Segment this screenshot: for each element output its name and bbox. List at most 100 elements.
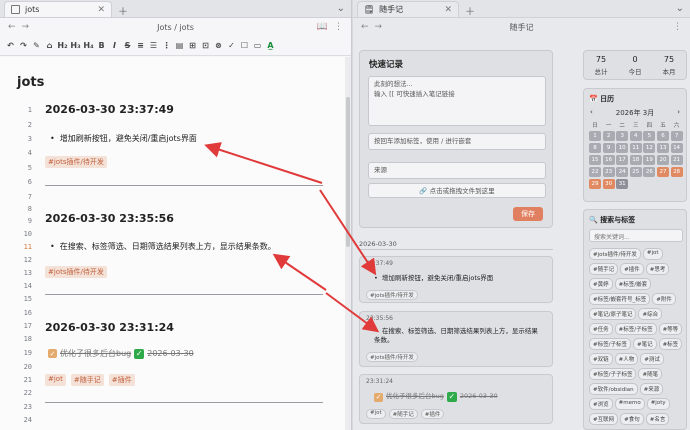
tag-chip[interactable]: #黄婷 bbox=[589, 278, 613, 290]
tag-chip[interactable]: #附件 bbox=[652, 293, 676, 305]
tag[interactable]: #插件 bbox=[420, 409, 445, 419]
tag-chip[interactable]: #食句 bbox=[620, 413, 644, 425]
tag-chip[interactable]: #综合 bbox=[638, 308, 663, 320]
tag-chip[interactable]: #jots插件/待开发 bbox=[589, 248, 641, 260]
calendar-day[interactable]: 8 bbox=[589, 143, 601, 153]
tag-chip[interactable]: #笔记/原子笔记 bbox=[589, 308, 637, 320]
tag-chip[interactable]: #等等 bbox=[658, 323, 683, 335]
list-icon[interactable]: ☰ bbox=[147, 38, 160, 54]
editor-scrollbar[interactable] bbox=[345, 57, 351, 430]
calendar-day[interactable]: 1 bbox=[589, 131, 601, 141]
align-icon[interactable]: ≡ bbox=[134, 38, 147, 54]
tag-chip[interactable]: #随笔 bbox=[638, 368, 663, 380]
next-month-button[interactable]: › bbox=[677, 108, 680, 118]
tag-chip[interactable]: #测试 bbox=[640, 353, 664, 365]
calendar-day[interactable]: 21 bbox=[670, 155, 683, 165]
search-input[interactable]: 搜索关键词... bbox=[589, 229, 683, 242]
chevron-down-icon[interactable]: ⌄ bbox=[337, 3, 345, 14]
tag[interactable]: #jot bbox=[45, 374, 66, 386]
redo-icon[interactable]: ↷ bbox=[17, 38, 30, 54]
tag[interactable]: #jots插件/待开发 bbox=[366, 290, 418, 300]
calendar-day[interactable]: 4 bbox=[629, 131, 642, 141]
tag-chip[interactable]: #memo bbox=[614, 398, 645, 410]
highlight-icon[interactable]: ▭ bbox=[251, 38, 264, 54]
calendar-day[interactable]: 15 bbox=[589, 155, 601, 165]
tag-chip[interactable]: #标签/子子标签 bbox=[589, 368, 637, 380]
tab-jots[interactable]: jots ✕ bbox=[4, 1, 112, 17]
heading4-button[interactable]: H₄ bbox=[82, 38, 95, 54]
tab-jots-view[interactable]: 🗒 随手记 ✕ bbox=[357, 1, 459, 17]
tag-chip[interactable]: #标签/嵌套 bbox=[614, 278, 652, 290]
calendar-day[interactable]: 2 bbox=[602, 131, 615, 141]
new-tab-icon[interactable]: ＋ bbox=[118, 3, 128, 18]
back-icon[interactable]: ← bbox=[8, 22, 16, 32]
calendar-day[interactable]: 16 bbox=[602, 155, 615, 165]
calendar-day[interactable]: 13 bbox=[656, 143, 669, 153]
undo-icon[interactable]: ↶ bbox=[4, 38, 17, 54]
note-textarea[interactable]: 此刻的想法... 输入 [[ 可快速插入笔记链接 bbox=[368, 76, 546, 126]
calendar-day[interactable]: 17 bbox=[616, 155, 629, 165]
calendar-day[interactable]: 31 bbox=[616, 179, 629, 189]
prev-month-button[interactable]: ‹ bbox=[590, 108, 593, 118]
calendar-day[interactable]: 5 bbox=[643, 131, 656, 141]
quote-icon[interactable]: ▤ bbox=[173, 38, 186, 54]
reading-view-icon[interactable]: 📖 bbox=[317, 22, 328, 32]
tag[interactable]: #jot bbox=[366, 409, 386, 419]
attachment-icon[interactable]: ⊗ bbox=[212, 38, 225, 54]
tag-chip[interactable]: #笔记 bbox=[632, 338, 657, 350]
close-icon[interactable]: ✕ bbox=[444, 5, 452, 15]
chevron-down-icon[interactable]: ⌄ bbox=[676, 3, 684, 14]
calendar-day-active[interactable]: 29 bbox=[589, 179, 601, 189]
close-icon[interactable]: ✕ bbox=[97, 5, 105, 15]
calendar-day[interactable]: 7 bbox=[670, 131, 683, 141]
back-icon[interactable]: ← bbox=[361, 22, 369, 32]
tag-chip[interactable]: #名言 bbox=[645, 413, 670, 425]
calendar-day[interactable]: 19 bbox=[643, 155, 656, 165]
more-options-icon[interactable]: ⋮ bbox=[334, 22, 343, 32]
calendar-day[interactable]: 24 bbox=[616, 167, 629, 177]
tag-chip[interactable]: #互联网 bbox=[589, 413, 619, 425]
jot-card[interactable]: 23:31:24 ✓ 优化子很多后台bug ✓ 2026-03-30 #jot … bbox=[359, 374, 553, 424]
calendar-day-active[interactable]: 30 bbox=[602, 179, 615, 189]
tag[interactable]: #随手记 bbox=[70, 374, 104, 386]
tag[interactable]: #jots插件/待开发 bbox=[366, 352, 418, 362]
calendar-day[interactable]: 26 bbox=[643, 167, 656, 177]
tag-chip[interactable]: #浏览 bbox=[589, 398, 613, 410]
calendar-day[interactable]: 23 bbox=[602, 167, 615, 177]
calendar-day[interactable]: 20 bbox=[656, 155, 669, 165]
text-color-icon[interactable]: A̲ bbox=[264, 38, 277, 54]
tag-chip[interactable]: #标签 bbox=[658, 338, 683, 350]
editor-content[interactable]: jots 1 2 3 4 5 6 7 8 9 10 11 12 13 14 15… bbox=[0, 57, 351, 430]
tag-chip[interactable]: #joty bbox=[646, 398, 670, 410]
calendar-day[interactable]: 12 bbox=[643, 143, 656, 153]
save-button[interactable]: 保存 bbox=[513, 207, 543, 221]
numbered-list-icon[interactable]: ⋮ bbox=[160, 38, 173, 54]
calendar-day[interactable]: 6 bbox=[656, 131, 669, 141]
calendar-day[interactable]: 22 bbox=[589, 167, 601, 177]
tag-chip[interactable]: #插件 bbox=[620, 263, 644, 275]
bold-button[interactable]: B bbox=[95, 38, 108, 54]
calendar-day[interactable]: 18 bbox=[629, 155, 642, 165]
calendar-day[interactable]: 9 bbox=[602, 143, 615, 153]
jot-card[interactable]: 23:35:56 在搜索、标签筛选、日期筛选结果列表上方，显示结果条数。 #jo… bbox=[359, 311, 553, 367]
tag-chip[interactable]: #标签/子标签 bbox=[589, 338, 631, 350]
tag-chip[interactable]: #标签/嵌套符号_标签 bbox=[589, 293, 651, 305]
calendar-day[interactable]: 3 bbox=[616, 131, 629, 141]
calendar-day[interactable]: 11 bbox=[629, 143, 642, 153]
italic-button[interactable]: I bbox=[108, 38, 121, 54]
heading2-button[interactable]: H₂ bbox=[56, 38, 69, 54]
tag[interactable]: #插件 bbox=[108, 374, 135, 386]
calendar-day-active[interactable]: 27 bbox=[656, 167, 669, 177]
forward-icon[interactable]: → bbox=[22, 22, 30, 32]
tag[interactable]: #jots插件/待开发 bbox=[45, 156, 107, 168]
calendar-day[interactable]: 25 bbox=[629, 167, 642, 177]
calendar-day[interactable]: 14 bbox=[670, 143, 683, 153]
tag-chip[interactable]: #来源 bbox=[639, 383, 664, 395]
checked-checkbox-icon[interactable]: ✓ bbox=[48, 349, 57, 358]
tag-chip[interactable]: #思考 bbox=[645, 263, 670, 275]
brush-icon[interactable]: ✎ bbox=[30, 38, 43, 54]
eraser-icon[interactable]: ⌂ bbox=[43, 38, 56, 54]
source-input[interactable]: 来源 bbox=[368, 162, 546, 179]
strike-button[interactable]: S bbox=[121, 38, 134, 54]
more-options-icon[interactable]: ⋮ bbox=[673, 22, 682, 32]
